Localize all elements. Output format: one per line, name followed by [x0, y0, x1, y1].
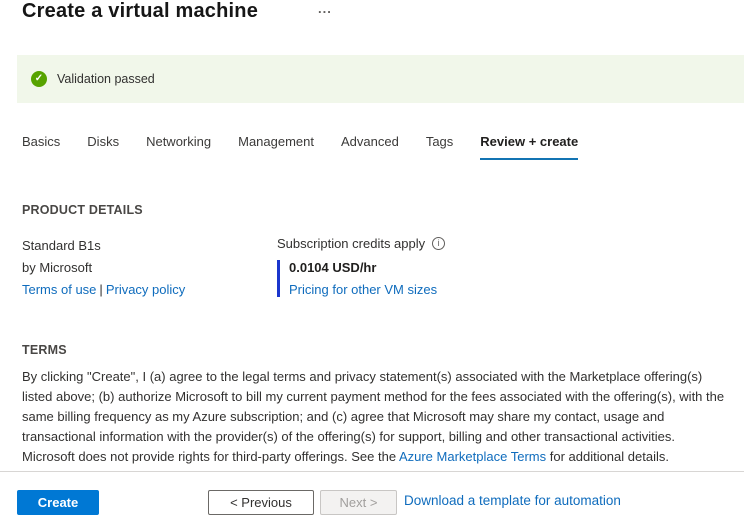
- azure-marketplace-terms-link[interactable]: Azure Marketplace Terms: [399, 449, 546, 464]
- subscription-credits-label: Subscription credits apply: [277, 236, 425, 251]
- product-name: Standard B1s: [22, 236, 185, 256]
- tab-management[interactable]: Management: [238, 134, 314, 160]
- terms-of-use-link[interactable]: Terms of use: [22, 282, 96, 297]
- privacy-policy-link[interactable]: Privacy policy: [106, 282, 185, 297]
- more-options-icon[interactable]: ...: [318, 1, 332, 16]
- tab-networking[interactable]: Networking: [146, 134, 211, 160]
- tab-review-create[interactable]: Review + create: [480, 134, 578, 160]
- checkmark-circle-icon: ✓: [31, 71, 47, 87]
- product-legal-links: Terms of use| Privacy policy: [22, 280, 185, 300]
- product-details-heading: PRODUCT DETAILS: [22, 203, 143, 217]
- validation-banner: ✓ Validation passed: [17, 55, 744, 103]
- create-vm-page: Create a virtual machine ... ✓ Validatio…: [0, 0, 744, 529]
- tab-basics[interactable]: Basics: [22, 134, 60, 160]
- price-per-hour: 0.0104 USD/hr: [289, 260, 445, 275]
- previous-button[interactable]: < Previous: [208, 490, 314, 515]
- create-button[interactable]: Create: [17, 490, 99, 515]
- product-publisher: by Microsoft: [22, 258, 185, 278]
- terms-paragraph: By clicking "Create", I (a) agree to the…: [22, 367, 730, 467]
- tab-tags[interactable]: Tags: [426, 134, 453, 160]
- tab-disks[interactable]: Disks: [87, 134, 119, 160]
- link-separator: |: [99, 282, 102, 297]
- download-template-link[interactable]: Download a template for automation: [404, 493, 621, 508]
- tab-advanced[interactable]: Advanced: [341, 134, 399, 160]
- pricing-other-sizes-link[interactable]: Pricing for other VM sizes: [289, 282, 437, 297]
- next-button[interactable]: Next >: [320, 490, 397, 515]
- wizard-tabs: Basics Disks Networking Management Advan…: [22, 134, 578, 160]
- info-icon[interactable]: i: [432, 237, 445, 250]
- product-summary: Standard B1s by Microsoft Terms of use| P…: [22, 236, 185, 300]
- terms-text-after-link: for additional details.: [546, 449, 669, 464]
- pricing-summary: Subscription credits apply i 0.0104 USD/…: [277, 236, 445, 297]
- validation-status-text: Validation passed: [57, 72, 155, 86]
- price-box: 0.0104 USD/hr Pricing for other VM sizes: [277, 260, 445, 297]
- subscription-credits-row: Subscription credits apply i: [277, 236, 445, 251]
- footer-divider: [0, 471, 744, 472]
- page-title: Create a virtual machine: [22, 0, 258, 23]
- terms-heading: TERMS: [22, 343, 67, 357]
